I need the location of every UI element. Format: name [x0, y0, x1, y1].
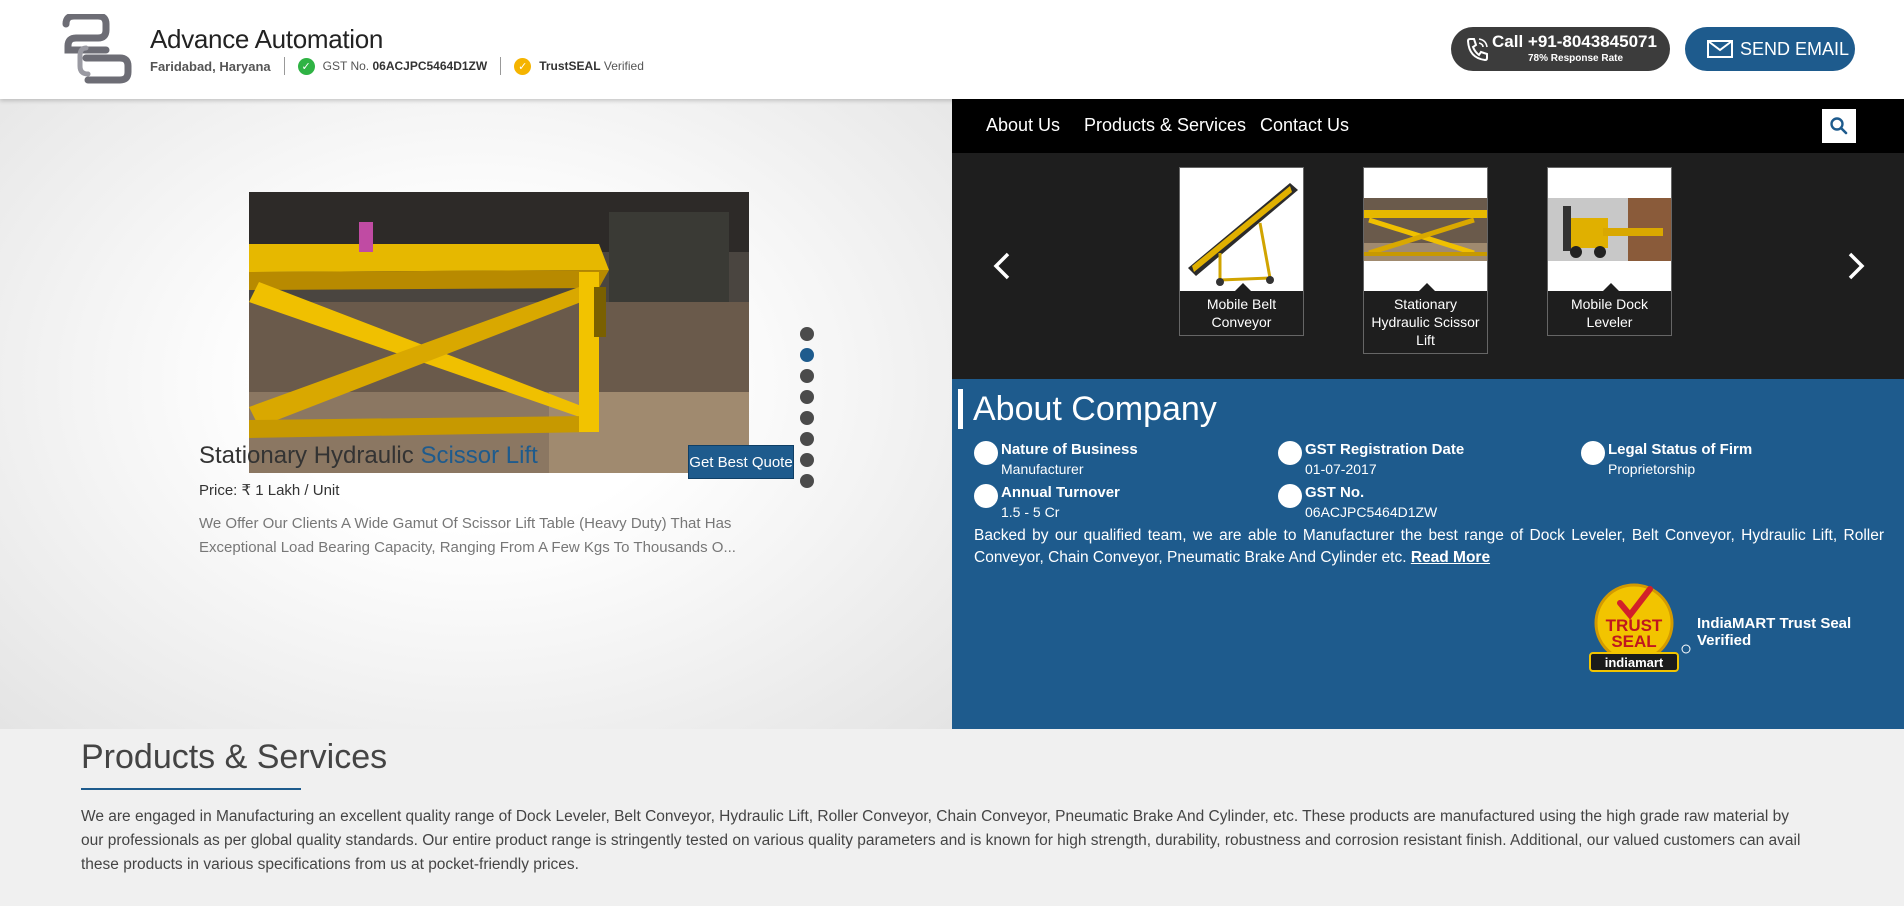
fact-key: GST No.	[1305, 484, 1365, 501]
about-company-section: About Company Nature of Business Manufac…	[952, 379, 1904, 729]
business-icon	[974, 441, 998, 465]
fact-value: Proprietorship	[1608, 461, 1696, 477]
slide-dot[interactable]	[800, 432, 814, 446]
about-company-title: About Company	[958, 389, 1217, 429]
chart-icon	[974, 484, 998, 508]
send-email-label: SEND EMAIL	[1740, 39, 1850, 59]
scale-icon	[1581, 441, 1605, 465]
trustseal-icon: ✓	[514, 57, 532, 75]
fact-value: 01-07-2017	[1305, 461, 1377, 477]
carousel-item-mobile-dock-leveler[interactable]: Mobile Dock Leveler	[1547, 167, 1672, 336]
call-number: Call +91-8043845071	[1492, 32, 1657, 51]
send-email-button[interactable]: SEND EMAIL	[1685, 27, 1855, 71]
carousel-item-label: Mobile Dock Leveler	[1548, 283, 1671, 335]
carousel-item-stationary-hydraulic-scissor-lift[interactable]: Stationary Hydraulic Scissor Lift	[1363, 167, 1488, 354]
trustseal-label[interactable]: TrustSEAL	[539, 59, 600, 73]
main-nav: About Us Products & Services Contact Us	[952, 99, 1904, 153]
nav-item-about-us[interactable]: About Us	[986, 115, 1060, 136]
search-button[interactable]	[1822, 109, 1856, 143]
read-more-link[interactable]: Read More	[1411, 549, 1490, 566]
call-button[interactable]: Call +91-8043845071 78% Response Rate	[1451, 27, 1670, 71]
featured-product-title-main: Stationary Hydraulic	[199, 442, 414, 469]
featured-product-image[interactable]	[249, 192, 749, 473]
slide-dot[interactable]	[800, 474, 814, 488]
slide-dot-active[interactable]	[800, 348, 814, 362]
gst-number: 06ACJPC5464D1ZW	[372, 59, 488, 73]
badge-text-seal: SEAL	[1611, 632, 1656, 651]
envelope-icon	[1707, 40, 1733, 58]
title-underline	[81, 788, 301, 790]
product-thumbnail	[1364, 168, 1487, 291]
slide-dot[interactable]	[800, 453, 814, 467]
divider	[283, 57, 285, 75]
product-thumbnail	[1180, 168, 1303, 291]
products-services-title: Products & Services	[81, 738, 388, 776]
trust-seal-badge[interactable]: TRUST SEAL indiamart	[1584, 581, 1694, 677]
about-company-text: Backed by our qualified team, we are abl…	[974, 525, 1884, 569]
fact-value: Manufacturer	[1001, 461, 1084, 477]
fact-key: Nature of Business	[1001, 441, 1138, 458]
featured-product-title[interactable]: Stationary Hydraulic Scissor Lift	[199, 442, 538, 470]
fact-key: Legal Status of Firm	[1608, 441, 1753, 458]
chevron-left-icon[interactable]	[990, 250, 1014, 282]
nav-item-contact-us[interactable]: Contact Us	[1260, 115, 1349, 136]
slide-dot[interactable]	[800, 390, 814, 404]
carousel-item-label: Mobile Belt Conveyor	[1180, 283, 1303, 335]
product-carousel: Mobile Belt Conveyor Stationary Hydrauli…	[952, 153, 1904, 379]
get-best-quote-button[interactable]: Get Best Quote	[688, 445, 794, 479]
fact-key: Annual Turnover	[1001, 484, 1120, 501]
fact-value: 1.5 - 5 Cr	[1001, 504, 1060, 520]
company-meta: Faridabad, Haryana ✓ GST No. 06ACJPC5464…	[150, 57, 644, 75]
featured-product-price: Price: ₹ 1 Lakh / Unit	[199, 482, 340, 499]
trust-seal-text: IndiaMART Trust Seal Verified	[1697, 615, 1852, 649]
slide-dot[interactable]	[800, 369, 814, 383]
document-icon	[1278, 484, 1302, 508]
slide-dot[interactable]	[800, 327, 814, 341]
featured-product-panel	[0, 99, 952, 729]
phone-icon	[1466, 38, 1488, 62]
products-services-text: We are engaged in Manufacturing an excel…	[81, 808, 1801, 873]
site-header: Advance Automation Faridabad, Haryana ✓ …	[0, 0, 1904, 99]
company-location: Faridabad, Haryana	[150, 58, 271, 74]
trustseal-status: Verified	[603, 59, 644, 73]
product-thumbnail	[1548, 168, 1671, 291]
featured-product-description: We Offer Our Clients A Wide Gamut Of Sci…	[199, 515, 736, 556]
check-icon: ✓	[297, 57, 315, 75]
calendar-icon	[1278, 441, 1302, 465]
slide-dot[interactable]	[800, 411, 814, 425]
badge-text-indiamart: indiamart	[1605, 655, 1664, 670]
search-icon	[1830, 117, 1848, 135]
divider	[500, 57, 502, 75]
gst-label: GST No.	[322, 59, 370, 73]
nav-item-products-services[interactable]: Products & Services	[1084, 115, 1246, 136]
fact-value: 06ACJPC5464D1ZW	[1305, 504, 1438, 520]
slide-indicators	[800, 327, 814, 495]
company-name[interactable]: Advance Automation	[150, 24, 383, 55]
featured-product-title-highlight: Scissor Lift	[420, 442, 538, 469]
carousel-item-label: Stationary Hydraulic Scissor Lift	[1364, 283, 1487, 353]
company-logo[interactable]	[58, 14, 134, 84]
carousel-item-mobile-belt-conveyor[interactable]: Mobile Belt Conveyor	[1179, 167, 1304, 336]
response-rate: 78% Response Rate	[1528, 53, 1624, 64]
chevron-right-icon[interactable]	[1844, 250, 1868, 282]
fact-key: GST Registration Date	[1305, 441, 1465, 458]
